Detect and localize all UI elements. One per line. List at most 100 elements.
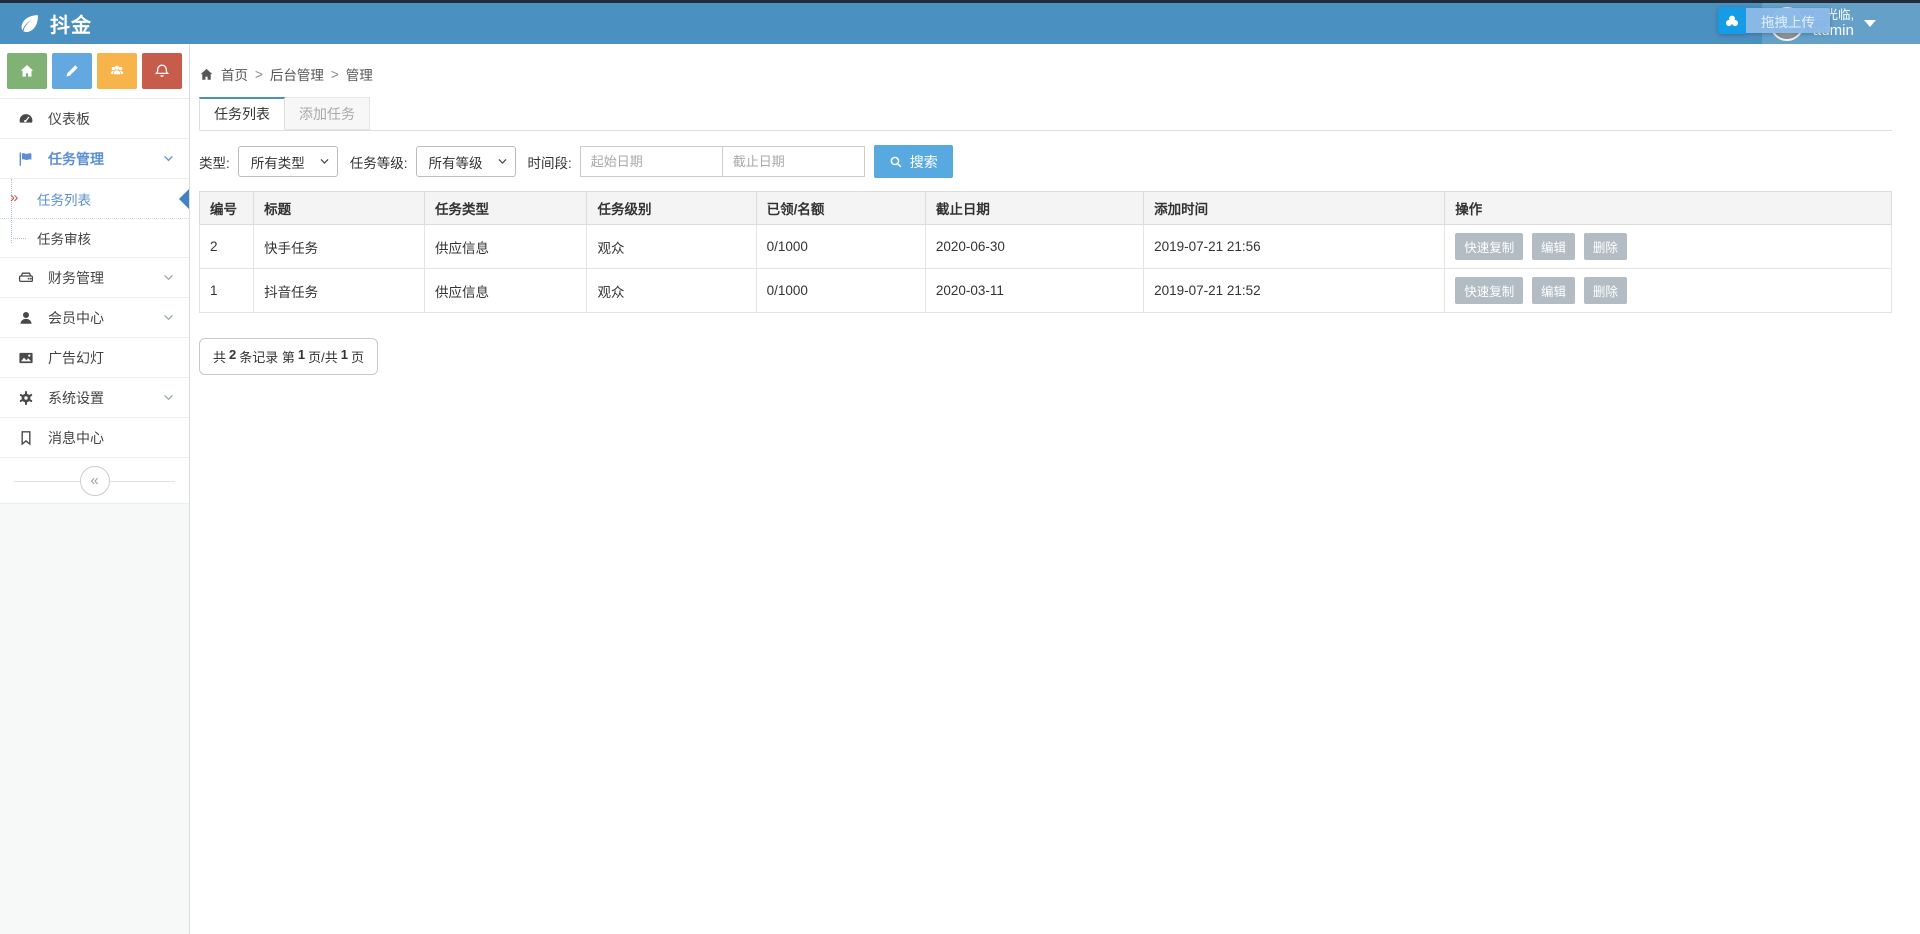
sidebar-collapse-button[interactable]: « — [79, 465, 110, 496]
pagination-text: 页 — [350, 350, 364, 365]
active-item-wedge — [179, 188, 189, 209]
breadcrumb-separator: > — [255, 66, 263, 82]
main-content: 首页 > 后台管理 > 管理 任务列表 添加任务 类型: 所有类型 任务等级: — [190, 44, 1920, 934]
column-header-type: 任务类型 — [424, 191, 588, 225]
bell-icon — [154, 64, 170, 77]
table-row: 2 快手任务 供应信息 观众 0/1000 2020-06-30 2019-07… — [198, 224, 1892, 269]
user-icon — [17, 310, 35, 326]
pencil-icon — [66, 65, 78, 77]
search-button[interactable]: 搜索 — [873, 145, 953, 178]
chevron-down-icon — [162, 391, 175, 404]
level-filter-label: 任务等级: — [349, 155, 408, 171]
end-date-input[interactable] — [721, 146, 865, 177]
home-icon — [20, 65, 34, 77]
sidebar-item-label: 消息中心 — [48, 429, 104, 446]
drag-upload-label: 拖拽上传 — [1746, 8, 1830, 33]
column-header-id: 编号 — [198, 191, 255, 225]
sidebar-collapse-row: « — [0, 458, 189, 504]
period-filter-label: 时间段: — [527, 155, 572, 171]
cell-title: 抖音任务 — [253, 268, 426, 313]
breadcrumb-item-current: 管理 — [345, 68, 373, 83]
breadcrumb: 首页 > 后台管理 > 管理 — [199, 64, 1892, 84]
type-select-value: 所有类型 — [250, 155, 305, 171]
chevron-down-icon — [319, 156, 330, 167]
cell-id: 1 — [198, 268, 255, 313]
quick-copy-button[interactable]: 快速复制 — [1455, 277, 1524, 304]
pagination-summary: 共 2 条记录 第 1 页/共 1 页 — [199, 338, 378, 375]
start-date-input[interactable] — [579, 146, 723, 177]
table-row: 1 抖音任务 供应信息 观众 0/1000 2020-03-11 2019-07… — [198, 268, 1892, 313]
column-header-level: 任务级别 — [586, 191, 757, 225]
tab-add-task[interactable]: 添加任务 — [285, 97, 370, 130]
cell-added: 2019-07-21 21:52 — [1143, 268, 1446, 313]
sidebar-item-finance[interactable]: 财务管理 — [0, 258, 189, 298]
image-icon — [17, 350, 35, 366]
breadcrumb-item-admin[interactable]: 后台管理 — [270, 64, 324, 84]
table-header-row: 编号 标题 任务类型 任务级别 已领/名额 截止日期 添加时间 操作 — [198, 191, 1892, 225]
chevron-down-icon — [162, 271, 175, 284]
sidebar: 仪表板 任务管理 » 任务列表 任务审核 财务管理 会员中心 广告幻灯 系统设置… — [0, 44, 190, 934]
breadcrumb-item-home[interactable]: 首页 — [221, 64, 248, 84]
drag-upload-overlay[interactable]: 拖拽上传 — [1718, 7, 1830, 34]
sidebar-item-member-center[interactable]: 会员中心 — [0, 298, 189, 338]
gauge-icon — [17, 111, 35, 127]
column-header-actions: 操作 — [1444, 191, 1892, 225]
column-header-quota: 已领/名额 — [755, 191, 926, 225]
cell-quota: 0/1000 — [755, 224, 926, 269]
pagination-total-pages: 1 — [340, 347, 348, 362]
gear-icon — [17, 390, 35, 406]
sidebar-item-label: 广告幻灯 — [48, 349, 104, 366]
column-header-added: 添加时间 — [1143, 191, 1446, 225]
search-icon — [890, 156, 902, 167]
cell-deadline: 2020-06-30 — [924, 224, 1145, 269]
home-button[interactable] — [7, 53, 47, 89]
sidebar-item-task-list[interactable]: » 任务列表 — [0, 179, 189, 218]
cell-type: 供应信息 — [424, 268, 588, 313]
chevron-down-icon — [162, 152, 175, 165]
sidebar-item-system-settings[interactable]: 系统设置 — [0, 378, 189, 418]
cell-deadline: 2020-03-11 — [924, 268, 1145, 313]
sidebar-item-ad-slides[interactable]: 广告幻灯 — [0, 338, 189, 378]
brand-logo: 抖金 — [0, 9, 92, 38]
chevron-down-icon — [162, 311, 175, 324]
sidebar-item-label: 任务管理 — [48, 150, 104, 167]
edit-button[interactable]: 编辑 — [1532, 277, 1576, 304]
tab-task-list[interactable]: 任务列表 — [199, 97, 285, 130]
task-table: 编号 标题 任务类型 任务级别 已领/名额 截止日期 添加时间 操作 2 快手任… — [198, 191, 1892, 313]
sidebar-item-label: 仪表板 — [48, 110, 90, 127]
edit-button[interactable] — [52, 53, 92, 89]
sidebar-item-dashboard[interactable]: 仪表板 — [0, 99, 189, 139]
cell-id: 2 — [198, 224, 255, 269]
netdisk-icon[interactable] — [1718, 7, 1746, 34]
cell-added: 2019-07-21 21:56 — [1143, 224, 1446, 269]
type-select[interactable]: 所有类型 — [237, 146, 338, 177]
column-header-title: 标题 — [253, 191, 426, 225]
users-button[interactable] — [97, 53, 137, 89]
level-select[interactable]: 所有等级 — [415, 146, 516, 177]
sidebar-subitem-label: 任务审核 — [37, 232, 91, 247]
top-navbar: 抖金 迎光临, admin 拖拽上传 — [0, 3, 1920, 44]
filter-bar: 类型: 所有类型 任务等级: 所有等级 时间段: 起始日期 截止日期 搜索 — [199, 145, 1892, 178]
type-filter-label: 类型: — [199, 155, 230, 171]
cell-level: 观众 — [586, 268, 757, 313]
sidebar-item-task-review[interactable]: 任务审核 — [0, 218, 189, 257]
sidebar-item-label: 会员中心 — [48, 309, 104, 326]
flag-icon — [17, 151, 35, 167]
delete-button[interactable]: 删除 — [1583, 233, 1627, 260]
task-management-submenu: » 任务列表 任务审核 — [0, 179, 189, 258]
sidebar-item-label: 系统设置 — [48, 389, 104, 406]
sidebar-item-task-management[interactable]: 任务管理 — [0, 139, 189, 179]
sidebar-item-message-center[interactable]: 消息中心 — [0, 418, 189, 458]
quick-copy-button[interactable]: 快速复制 — [1455, 233, 1524, 260]
edit-button[interactable]: 编辑 — [1532, 233, 1576, 260]
bookmark-icon — [17, 430, 35, 446]
app-window: 抖金 迎光临, admin 拖拽上传 仪表板 任务管理 » 任务列表 任务审核 … — [0, 0, 1920, 934]
notifications-button[interactable] — [142, 53, 182, 89]
chevron-down-icon — [497, 156, 508, 167]
search-button-label: 搜索 — [909, 153, 938, 170]
delete-button[interactable]: 删除 — [1583, 277, 1627, 304]
caret-down-icon — [1863, 20, 1876, 27]
leaf-icon — [21, 15, 38, 33]
sidebar-subitem-label: 任务列表 — [37, 192, 91, 208]
cell-actions: 快速复制 编辑 删除 — [1444, 268, 1892, 313]
